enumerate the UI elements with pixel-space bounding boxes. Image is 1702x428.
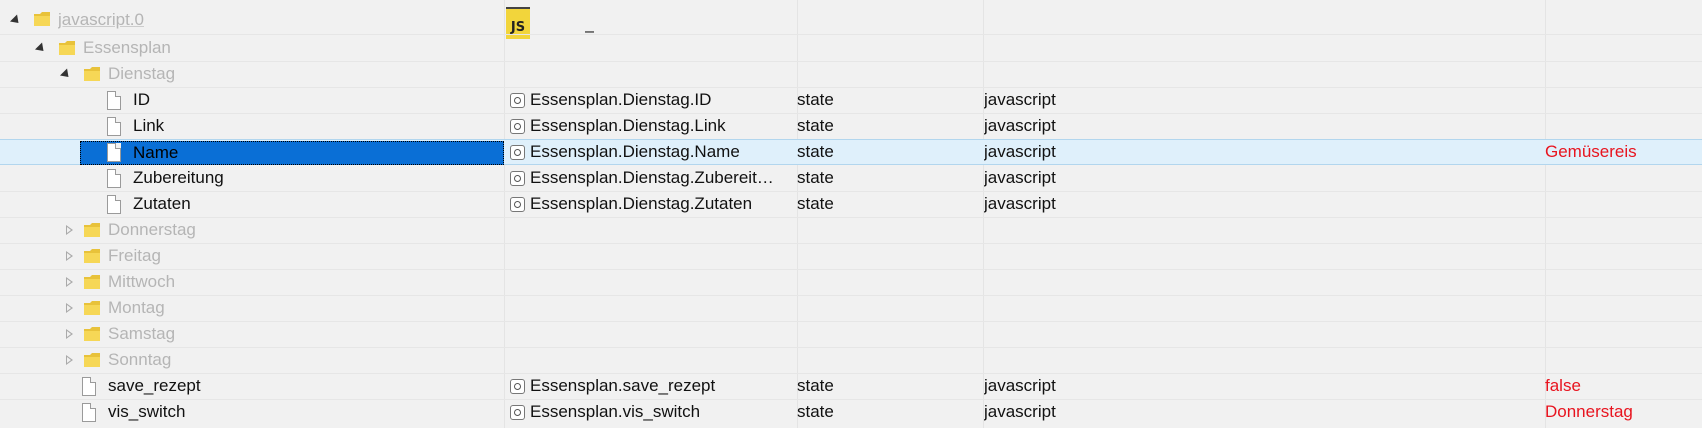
tree-row-state[interactable]: Link Essensplan.Dienstag.Link state java… [0,113,1702,139]
state-icon [510,197,525,212]
tree-row-state[interactable]: save_rezept Essensplan.save_rezept state… [0,373,1702,399]
object-role: javascript [984,194,1056,213]
object-value[interactable]: Gemüsereis [1545,140,1637,166]
object-type: state [797,402,834,421]
file-icon [107,169,121,188]
file-icon [107,195,121,214]
object-role: javascript [984,376,1056,395]
tree-node-label: Montag [108,298,165,317]
folder-icon [84,301,100,315]
object-id: Essensplan.Dienstag.Name [530,142,740,161]
tree-row-state[interactable]: vis_switch Essensplan.vis_switch state j… [0,399,1702,425]
file-icon [82,377,96,396]
state-icon [510,171,525,186]
tree-row-state[interactable]: Zutaten Essensplan.Dienstag.Zutaten stat… [0,191,1702,217]
collapse-arrow-icon[interactable] [66,355,73,365]
collapse-arrow-icon[interactable] [66,277,73,287]
object-role: javascript [984,402,1056,421]
object-role: javascript [984,142,1056,161]
tree-node-label: Freitag [108,246,161,265]
tree-row-folder[interactable]: Sonntag [0,347,1702,373]
file-icon [82,403,96,422]
object-value[interactable]: Donnerstag [1545,399,1633,425]
tree-row-folder[interactable]: Freitag [0,243,1702,269]
file-icon [107,143,121,162]
folder-icon [59,41,75,55]
tree-node-label: ID [133,90,150,109]
tree-node-label: Mittwoch [108,272,176,291]
tree-row-folder[interactable]: Donnerstag [0,217,1702,243]
object-id: Essensplan.vis_switch [530,402,701,421]
tree-node-label: Essensplan [83,38,171,57]
tree-node-label: save_rezept [108,376,201,395]
tree-node-label: Donnerstag [108,220,196,239]
folder-icon [34,12,50,26]
expand-arrow-icon[interactable] [9,14,23,27]
tree-row-dienstag[interactable]: Dienstag [0,61,1702,87]
object-type: state [797,194,834,213]
tree-row-folder[interactable]: Montag [0,295,1702,321]
tree-node-label: Name [133,143,179,162]
object-role: javascript [984,116,1056,135]
collapse-arrow-icon[interactable] [66,303,73,313]
tree-row-state-selected[interactable]: Name Essensplan.Dienstag.Name state java… [0,139,1702,165]
tree-row-folder[interactable]: Mittwoch [0,269,1702,295]
object-type: state [797,376,834,395]
collapse-arrow-icon[interactable] [66,251,73,261]
file-icon [107,91,121,110]
tree-row-folder[interactable]: Samstag [0,321,1702,347]
collapse-arrow-icon[interactable] [66,329,73,339]
tree-node-label: javascript.0 [58,10,144,29]
tree-node-label: Link [133,116,165,135]
folder-icon [84,353,100,367]
object-id: Essensplan.Dienstag.Link [530,116,726,135]
state-icon [510,405,525,420]
object-type: state [797,142,834,161]
tree-node-label: vis_switch [108,402,186,421]
object-role: javascript [984,90,1056,109]
object-id: Essensplan.Dienstag.Zubereit… [530,168,774,187]
object-type: state [797,116,834,135]
object-id: Essensplan.Dienstag.Zutaten [530,194,753,213]
folder-icon [84,67,100,81]
folder-icon [84,223,100,237]
tree-row-root[interactable]: javascript.0 JS _ [0,7,1702,39]
object-role: javascript [984,168,1056,187]
tree-node-label: Samstag [108,324,176,343]
tree-node-label: Zutaten [133,194,191,213]
object-id: Essensplan.Dienstag.ID [530,90,712,109]
tree-row-state[interactable]: ID Essensplan.Dienstag.ID state javascri… [0,87,1702,113]
folder-icon [84,275,100,289]
folder-icon [84,249,100,263]
state-icon [510,93,525,108]
folder-icon [84,327,100,341]
tree-row-state[interactable]: Zubereitung Essensplan.Dienstag.Zubereit… [0,165,1702,191]
file-icon [107,117,121,136]
tree-node-label: Sonntag [108,350,172,369]
expand-arrow-icon[interactable] [59,68,73,81]
object-type: state [797,168,834,187]
state-icon [510,379,525,394]
object-type: state [797,90,834,109]
object-id: Essensplan.save_rezept [530,376,716,395]
tree-row-essensplan[interactable]: Essensplan [0,35,1702,61]
tree-node-label: Dienstag [108,64,176,83]
object-value[interactable]: false [1545,373,1581,399]
state-icon [510,119,525,134]
collapse-arrow-icon[interactable] [66,225,73,235]
state-icon [510,145,525,160]
expand-arrow-icon[interactable] [34,42,48,55]
tree-node-label: Zubereitung [133,168,224,187]
